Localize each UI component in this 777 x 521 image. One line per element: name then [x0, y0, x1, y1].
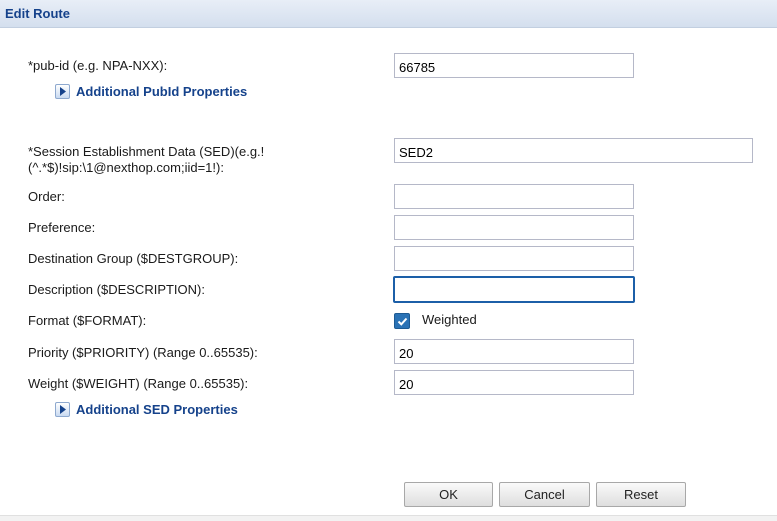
expand-arrow-icon — [55, 84, 70, 99]
weighted-checkbox[interactable] — [394, 313, 410, 329]
sed-input[interactable] — [394, 138, 753, 163]
pub-id-label: *pub-id (e.g. NPA-NXX): — [28, 58, 168, 73]
weighted-checkbox-label[interactable]: Weighted — [422, 312, 477, 327]
weight-input[interactable] — [394, 370, 634, 395]
destination-group-input[interactable] — [394, 246, 634, 271]
cancel-button[interactable]: Cancel — [499, 482, 590, 507]
order-input[interactable] — [394, 184, 634, 209]
edit-route-dialog: Edit Route *pub-id (e.g. NPA-NXX): Addit… — [0, 0, 777, 521]
expand-arrow-icon — [55, 402, 70, 417]
checkmark-icon — [397, 317, 408, 326]
ok-button[interactable]: OK — [404, 482, 493, 507]
preference-label: Preference: — [28, 220, 96, 235]
description-label: Description ($DESCRIPTION): — [28, 282, 205, 297]
description-input[interactable] — [393, 276, 635, 303]
order-label: Order: — [28, 189, 65, 204]
format-label: Format ($FORMAT): — [28, 313, 147, 328]
dialog-footer-edge — [0, 515, 777, 521]
additional-pubid-label: Additional PubId Properties — [76, 84, 248, 99]
dialog-titlebar: Edit Route — [0, 0, 777, 28]
sed-label: *Session Establishment Data (SED)(e.g.!(… — [28, 144, 265, 175]
preference-input[interactable] — [394, 215, 634, 240]
additional-pubid-expander[interactable]: Additional PubId Properties — [55, 84, 247, 99]
priority-input[interactable] — [394, 339, 634, 364]
weight-label: Weight ($WEIGHT) (Range 0..65535): — [28, 376, 249, 391]
reset-button[interactable]: Reset — [596, 482, 686, 507]
additional-sed-expander[interactable]: Additional SED Properties — [55, 402, 238, 417]
dialog-title: Edit Route — [5, 6, 70, 21]
pub-id-input[interactable] — [394, 53, 634, 78]
destination-group-label: Destination Group ($DESTGROUP): — [28, 251, 239, 266]
priority-label: Priority ($PRIORITY) (Range 0..65535): — [28, 345, 258, 360]
additional-sed-label: Additional SED Properties — [76, 402, 238, 417]
